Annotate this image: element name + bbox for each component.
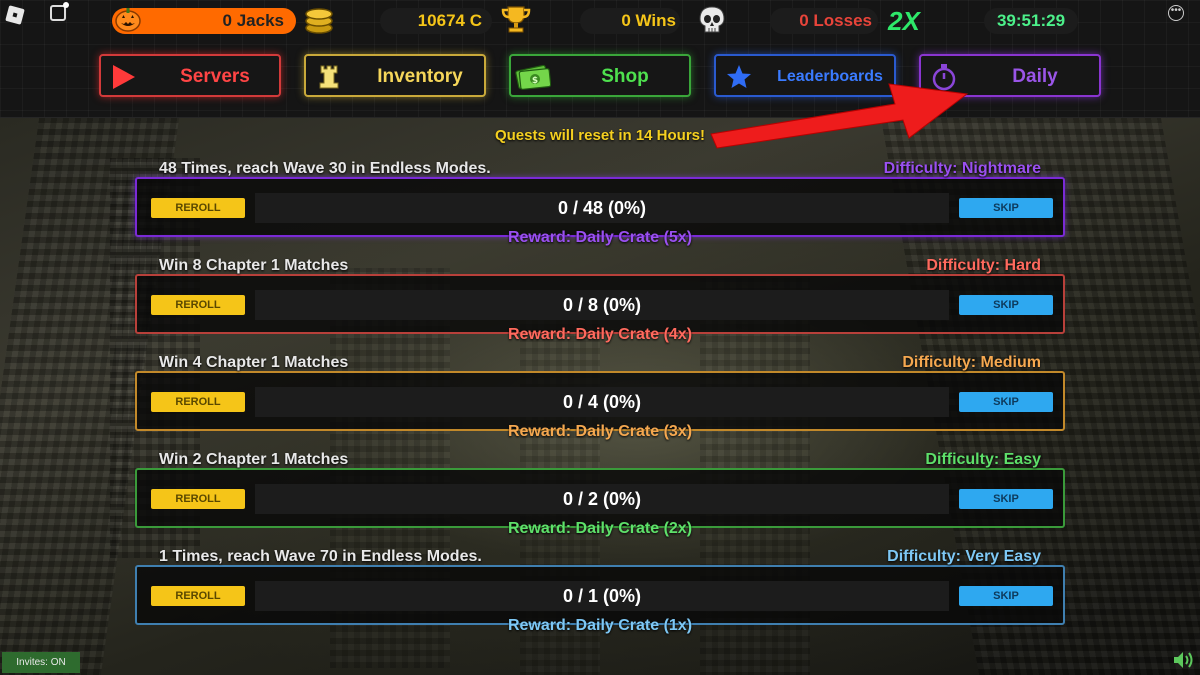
nav-daily-button[interactable]: Daily	[919, 54, 1101, 97]
nav-inventory-label: Inventory	[377, 66, 463, 87]
quest-progress-bar: 0 / 8 (0%)	[255, 290, 949, 320]
nav-daily-label: Daily	[1012, 66, 1058, 87]
quest-progress-bar: 0 / 2 (0%)	[255, 484, 949, 514]
wins-value: 0 Wins	[580, 8, 680, 34]
quest-progress-text: 0 / 48 (0%)	[557, 198, 647, 218]
quest-progress-text: 0 / 8 (0%)	[562, 295, 642, 315]
svg-text:$: $	[532, 76, 538, 86]
quest-panel: REROLL 0 / 2 (0%) SKIP	[135, 468, 1065, 528]
quest-card: REROLL 0 / 1 (0%) SKIP 1 Times, reach Wa…	[135, 548, 1065, 645]
quest-card: REROLL 0 / 8 (0%) SKIP Win 8 Chapter 1 M…	[135, 257, 1065, 354]
nav-shop-label: Shop	[601, 66, 649, 87]
nav-servers-label: Servers	[180, 66, 250, 87]
quest-reward: Reward: Daily Crate (5x)	[507, 229, 693, 246]
trophy-icon	[501, 6, 531, 33]
jacks-counter: 0 Jacks	[112, 8, 296, 34]
quest-panel: REROLL 0 / 4 (0%) SKIP	[135, 371, 1065, 431]
top-bar: 0 Jacks 10674 C 0 Wins 0 Losses 2X 39:51…	[0, 0, 1200, 118]
skip-button[interactable]: SKIP	[959, 392, 1053, 412]
play-icon	[113, 65, 135, 89]
quest-title: 1 Times, reach Wave 70 in Endless Modes.	[159, 548, 482, 565]
quest-progress-text: 0 / 2 (0%)	[562, 489, 642, 509]
coins-value: 10674 C	[380, 8, 492, 34]
quest-panel: REROLL 0 / 48 (0%) SKIP	[135, 177, 1065, 237]
quest-reset-notice: Quests will reset in 14 Hours!	[494, 127, 706, 144]
nav-inventory-button[interactable]: Inventory	[304, 54, 486, 97]
volume-icon[interactable]	[1172, 650, 1194, 670]
quest-reward: Reward: Daily Crate (1x)	[507, 617, 693, 634]
chat-icon[interactable]	[50, 2, 69, 21]
nav-leaderboards-button[interactable]: Leaderboards	[714, 54, 896, 97]
rook-icon	[319, 65, 339, 89]
reroll-button[interactable]: REROLL	[151, 586, 245, 606]
quest-difficulty: Difficulty: Easy	[925, 451, 1041, 468]
coins-icon	[305, 8, 333, 34]
reroll-button[interactable]: REROLL	[151, 392, 245, 412]
skip-button[interactable]: SKIP	[959, 586, 1053, 606]
quest-card: REROLL 0 / 4 (0%) SKIP Win 4 Chapter 1 M…	[135, 354, 1065, 451]
quest-reward: Reward: Daily Crate (2x)	[507, 520, 693, 537]
timer-value: 39:51:29	[984, 8, 1078, 34]
invites-toggle[interactable]: Invites: ON	[2, 652, 80, 673]
reroll-button[interactable]: REROLL	[151, 198, 245, 218]
quest-difficulty: Difficulty: Nightmare	[883, 160, 1041, 177]
quest-progress-bar: 0 / 48 (0%)	[255, 193, 949, 223]
jacks-value: 0 Jacks	[222, 11, 284, 30]
quest-title: Win 4 Chapter 1 Matches	[159, 354, 349, 371]
quest-reward: Reward: Daily Crate (4x)	[507, 326, 693, 343]
star-icon	[727, 65, 751, 88]
quest-title: Win 2 Chapter 1 Matches	[159, 451, 349, 468]
quest-difficulty: Difficulty: Medium	[902, 354, 1041, 371]
quest-title: 48 Times, reach Wave 30 in Endless Modes…	[159, 160, 491, 177]
quest-title: Win 8 Chapter 1 Matches	[159, 257, 349, 274]
quest-panel: REROLL 0 / 1 (0%) SKIP	[135, 565, 1065, 625]
quest-difficulty: Difficulty: Hard	[926, 257, 1041, 274]
quest-panel: REROLL 0 / 8 (0%) SKIP	[135, 274, 1065, 334]
skip-button[interactable]: SKIP	[959, 489, 1053, 509]
stopwatch-icon	[932, 64, 956, 91]
reroll-button[interactable]: REROLL	[151, 489, 245, 509]
skull-icon	[699, 6, 725, 33]
menu-icon[interactable]: •••	[1168, 5, 1184, 21]
quest-difficulty: Difficulty: Very Easy	[887, 548, 1041, 565]
losses-value: 0 Losses	[770, 8, 878, 34]
nav-leaderboards-label: Leaderboards	[777, 68, 883, 85]
nav-servers-button[interactable]: Servers	[99, 54, 281, 97]
quest-progress-text: 0 / 4 (0%)	[562, 392, 642, 412]
quest-progress-bar: 0 / 4 (0%)	[255, 387, 949, 417]
quest-card: REROLL 0 / 2 (0%) SKIP Win 2 Chapter 1 M…	[135, 451, 1065, 548]
skip-button[interactable]: SKIP	[959, 198, 1053, 218]
quest-progress-bar: 0 / 1 (0%)	[255, 581, 949, 611]
cash-icon: $	[515, 64, 551, 90]
reroll-button[interactable]: REROLL	[151, 295, 245, 315]
quest-progress-text: 0 / 1 (0%)	[562, 586, 642, 606]
nav-shop-button[interactable]: $ Shop	[509, 54, 691, 97]
quest-reward: Reward: Daily Crate (3x)	[507, 423, 693, 440]
roblox-logo-icon[interactable]	[5, 5, 25, 25]
skip-button[interactable]: SKIP	[959, 295, 1053, 315]
multiplier-badge: 2X	[888, 6, 920, 36]
quest-card: REROLL 0 / 48 (0%) SKIP 48 Times, reach …	[135, 160, 1065, 257]
pumpkin-icon	[115, 8, 141, 32]
